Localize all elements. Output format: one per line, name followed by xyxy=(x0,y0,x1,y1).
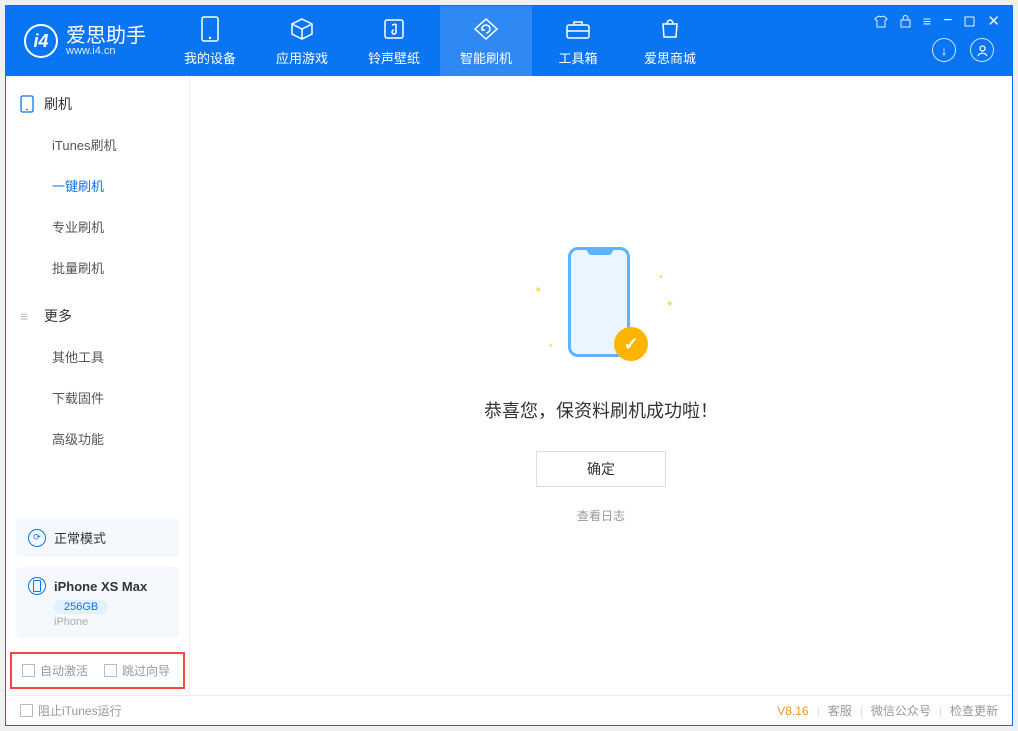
tshirt-icon[interactable] xyxy=(874,15,888,28)
statusbar: 阻止iTunes运行 V8.16 | 客服 | 微信公众号 | 检查更新 xyxy=(6,695,1012,725)
nav-label: 铃声壁纸 xyxy=(368,48,420,67)
nav-label: 爱思商城 xyxy=(644,48,696,67)
logo-text: 爱思助手 www.i4.cn xyxy=(66,26,146,57)
shop-icon xyxy=(657,16,683,42)
app-window: i4 爱思助手 www.i4.cn 我的设备 应用游戏 铃声壁纸 智能刷机 xyxy=(5,5,1013,726)
logo-icon: i4 xyxy=(24,24,58,58)
status-link-support[interactable]: 客服 xyxy=(828,702,852,719)
options-highlighted-row: 自动激活 跳过向导 xyxy=(10,652,185,689)
close-button[interactable]: ✕ xyxy=(987,12,1000,30)
success-message: 恭喜您，保资料刷机成功啦！ xyxy=(484,397,718,423)
sparkle-icon: ✦ xyxy=(666,299,674,310)
checkbox-skip-guide[interactable]: 跳过向导 xyxy=(104,662,170,679)
sidebar-item-itunes-flash[interactable]: iTunes刷机 xyxy=(6,124,189,165)
app-name: 爱思助手 xyxy=(66,26,146,46)
user-icon[interactable] xyxy=(970,38,994,62)
maximize-button[interactable] xyxy=(964,16,975,27)
ok-button[interactable]: 确定 xyxy=(536,451,666,487)
main-content: ✦ ✦ ✦ ✦ ✓ 恭喜您，保资料刷机成功啦！ 确定 查看日志 xyxy=(190,76,1012,695)
sparkle-icon: ✦ xyxy=(658,273,664,281)
nav-label: 工具箱 xyxy=(558,48,597,67)
checkbox-label: 自动激活 xyxy=(40,662,88,679)
device-name: iPhone XS Max xyxy=(54,579,147,594)
nav-shop[interactable]: 爱思商城 xyxy=(624,6,716,76)
sidebar-item-download-firmware[interactable]: 下载固件 xyxy=(6,377,189,418)
mode-panel[interactable]: ⟳ 正常模式 xyxy=(16,518,179,557)
sidebar-section-more[interactable]: ≡ 更多 xyxy=(6,288,189,336)
refresh-icon xyxy=(473,16,499,42)
device-panel[interactable]: iPhone XS Max 256GB iPhone xyxy=(16,567,179,638)
nav-my-device[interactable]: 我的设备 xyxy=(164,6,256,76)
checkbox-box-icon xyxy=(104,664,117,677)
device-phone-icon xyxy=(28,577,46,595)
section-title: 刷机 xyxy=(44,94,72,114)
sidebar-item-batch-flash[interactable]: 批量刷机 xyxy=(6,247,189,288)
sparkle-icon: ✦ xyxy=(548,342,554,350)
storage-badge: 256GB xyxy=(54,600,108,614)
success-illustration: ✦ ✦ ✦ ✦ ✓ xyxy=(526,247,676,377)
minimize-button[interactable]: − xyxy=(943,12,952,30)
sidebar-item-pro-flash[interactable]: 专业刷机 xyxy=(6,206,189,247)
checkbox-block-itunes[interactable]: 阻止iTunes运行 xyxy=(20,702,122,719)
status-link-wechat[interactable]: 微信公众号 xyxy=(871,702,931,719)
nav-toolbox[interactable]: 工具箱 xyxy=(532,6,624,76)
sidebar: 刷机 iTunes刷机 一键刷机 专业刷机 批量刷机 ≡ 更多 其他工具 下载固… xyxy=(6,76,190,695)
window-controls: ≡ − ✕ xyxy=(874,6,1000,30)
nav-label: 我的设备 xyxy=(184,48,236,67)
sidebar-section-flash[interactable]: 刷机 xyxy=(6,76,189,124)
checkbox-label: 跳过向导 xyxy=(122,662,170,679)
music-icon xyxy=(381,16,407,42)
checkbox-auto-activate[interactable]: 自动激活 xyxy=(22,662,88,679)
list-icon: ≡ xyxy=(20,308,34,324)
checkbox-box-icon xyxy=(22,664,35,677)
user-icons: ↓ xyxy=(932,38,1000,76)
device-type: iPhone xyxy=(54,616,167,628)
view-log-link[interactable]: 查看日志 xyxy=(577,507,625,524)
nav-label: 智能刷机 xyxy=(460,48,512,67)
menu-icon[interactable]: ≡ xyxy=(923,13,931,29)
app-url: www.i4.cn xyxy=(66,46,146,57)
sidebar-item-oneclick-flash[interactable]: 一键刷机 xyxy=(6,165,189,206)
sparkle-icon: ✦ xyxy=(534,285,542,296)
mode-icon: ⟳ xyxy=(28,529,46,547)
device-icon xyxy=(197,16,223,42)
phone-icon xyxy=(20,95,34,113)
check-badge-icon: ✓ xyxy=(614,327,648,361)
logo-area[interactable]: i4 爱思助手 www.i4.cn xyxy=(6,24,164,58)
body-area: 刷机 iTunes刷机 一键刷机 专业刷机 批量刷机 ≡ 更多 其他工具 下载固… xyxy=(6,76,1012,695)
checkbox-box-icon xyxy=(20,704,33,717)
titlebar: i4 爱思助手 www.i4.cn 我的设备 应用游戏 铃声壁纸 智能刷机 xyxy=(6,6,1012,76)
status-link-update[interactable]: 检查更新 xyxy=(950,702,998,719)
lock-icon[interactable] xyxy=(900,15,911,28)
sidebar-item-advanced[interactable]: 高级功能 xyxy=(6,418,189,459)
nav-label: 应用游戏 xyxy=(276,48,328,67)
version-label: V8.16 xyxy=(777,704,808,718)
mode-label: 正常模式 xyxy=(54,528,106,547)
titlebar-right: ≡ − ✕ ↓ xyxy=(874,6,1012,76)
nav-apps[interactable]: 应用游戏 xyxy=(256,6,348,76)
sidebar-item-other-tools[interactable]: 其他工具 xyxy=(6,336,189,377)
checkbox-label: 阻止iTunes运行 xyxy=(38,702,122,719)
nav-tabs: 我的设备 应用游戏 铃声壁纸 智能刷机 工具箱 爱思商城 xyxy=(164,6,716,76)
toolbox-icon xyxy=(565,16,591,42)
section-title: 更多 xyxy=(44,306,72,326)
download-icon[interactable]: ↓ xyxy=(932,38,956,62)
nav-flash[interactable]: 智能刷机 xyxy=(440,6,532,76)
cube-icon xyxy=(289,16,315,42)
nav-ringtone[interactable]: 铃声壁纸 xyxy=(348,6,440,76)
